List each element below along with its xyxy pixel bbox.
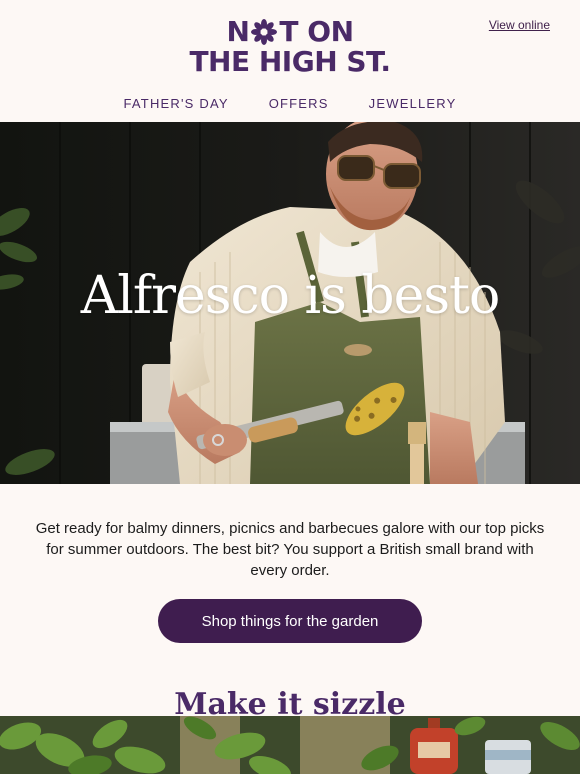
garden-products-image: [0, 716, 580, 774]
intro-paragraph: Get ready for balmy dinners, picnics and…: [35, 520, 545, 579]
brand-logo[interactable]: N T ON THE HIGH ST.: [173, 18, 407, 76]
header: N T ON THE HIGH ST. View online: [0, 0, 580, 88]
nav-item-offers[interactable]: OFFERS: [269, 96, 329, 114]
shop-garden-button[interactable]: Shop things for the garden: [158, 599, 422, 643]
top-nav: FATHER'S DAY OFFERS JEWELLERY: [0, 96, 580, 114]
hero-title: Alfresco is besto: [80, 266, 501, 326]
logo-line-2: THE HIGH ST.: [189, 45, 391, 78]
product-image-strip[interactable]: [0, 716, 580, 774]
nav-item-jewellery[interactable]: JEWELLERY: [369, 96, 457, 114]
email-page: N T ON THE HIGH ST. View online FATHER'S…: [0, 0, 580, 774]
flower-icon: [251, 19, 278, 45]
view-online-link[interactable]: View online: [489, 18, 550, 32]
logo-letter-n: N: [226, 15, 250, 48]
logo-text-rest: T ON: [279, 15, 354, 48]
nav-item-fathers-day[interactable]: FATHER'S DAY: [123, 96, 228, 114]
hero-banner[interactable]: Alfresco is besto: [0, 122, 580, 484]
